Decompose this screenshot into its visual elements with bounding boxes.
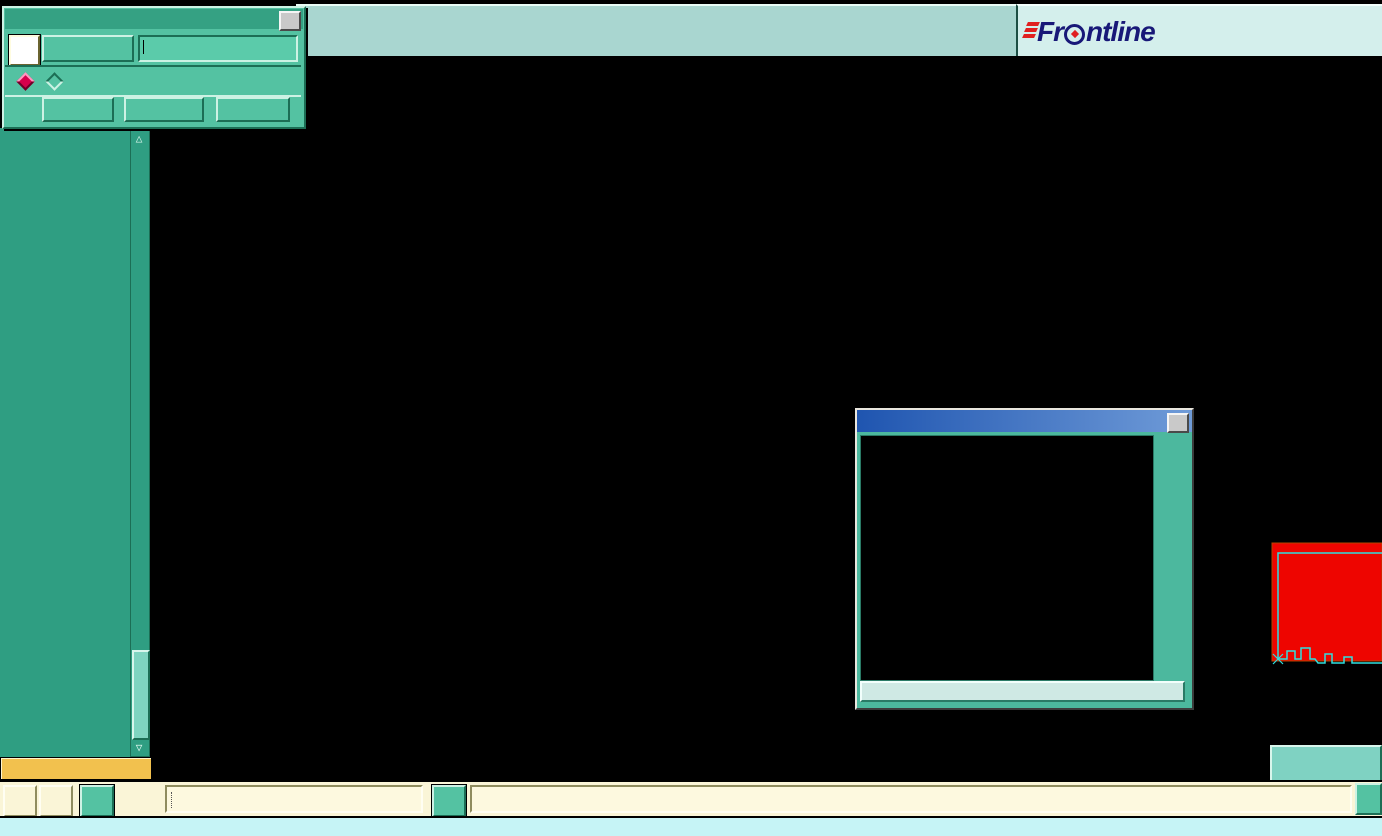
radio-yes-diamond[interactable] [45,71,64,91]
menu-bar [296,4,1016,60]
xy-coordinate-input[interactable] [165,785,423,813]
delta-readout-bar [0,816,1382,836]
close-button[interactable] [216,97,290,122]
board-overview-minimap[interactable] [1270,460,1382,782]
popview-title-bar[interactable] [857,410,1192,433]
apply-button[interactable] [124,97,204,122]
units-button[interactable] [1355,783,1382,815]
symbol-input[interactable] [138,35,298,62]
scrollbar-thumb[interactable] [132,650,150,740]
alert-button[interactable] [431,784,467,818]
dialog-title-bar[interactable] [5,9,303,31]
pick-arrow-button[interactable] [8,34,41,67]
frontline-stripes-icon [1022,22,1040,42]
cursor-coordinates [1270,745,1382,782]
scroll-down-icon[interactable]: ▽ [132,740,146,756]
scroll-up-icon[interactable]: △ [132,131,146,147]
ok-button[interactable] [42,97,114,122]
brand-name: Fr ntline [1037,16,1156,47]
reset-pad-angle-row [5,65,301,97]
popview-canvas[interactable] [860,435,1154,681]
layer-sidebar: △ ▽ [0,128,150,757]
prompt-message [470,785,1352,813]
window-icon [860,414,875,429]
frontline-o-icon [1064,23,1085,45]
popview-close-button[interactable] [860,681,1185,702]
snap-mode-button[interactable] [39,785,73,817]
close-icon[interactable] [1167,413,1189,433]
popview-window [854,407,1195,711]
brand-panel: Fr ntline [1016,4,1382,60]
tile-windows-button[interactable] [79,784,115,818]
radio-no-diamond[interactable] [16,71,35,91]
right-tool-panel [1270,56,1382,782]
selected-count-badge [0,757,152,780]
symbol-label [42,35,134,62]
command-bar [0,780,1382,818]
layer-scrollbar[interactable]: △ ▽ [130,130,150,757]
change-feature-symbols-dialog [2,6,306,129]
window-icon [7,12,22,27]
zoom-area-button[interactable] [3,785,37,817]
close-icon[interactable] [279,11,301,31]
